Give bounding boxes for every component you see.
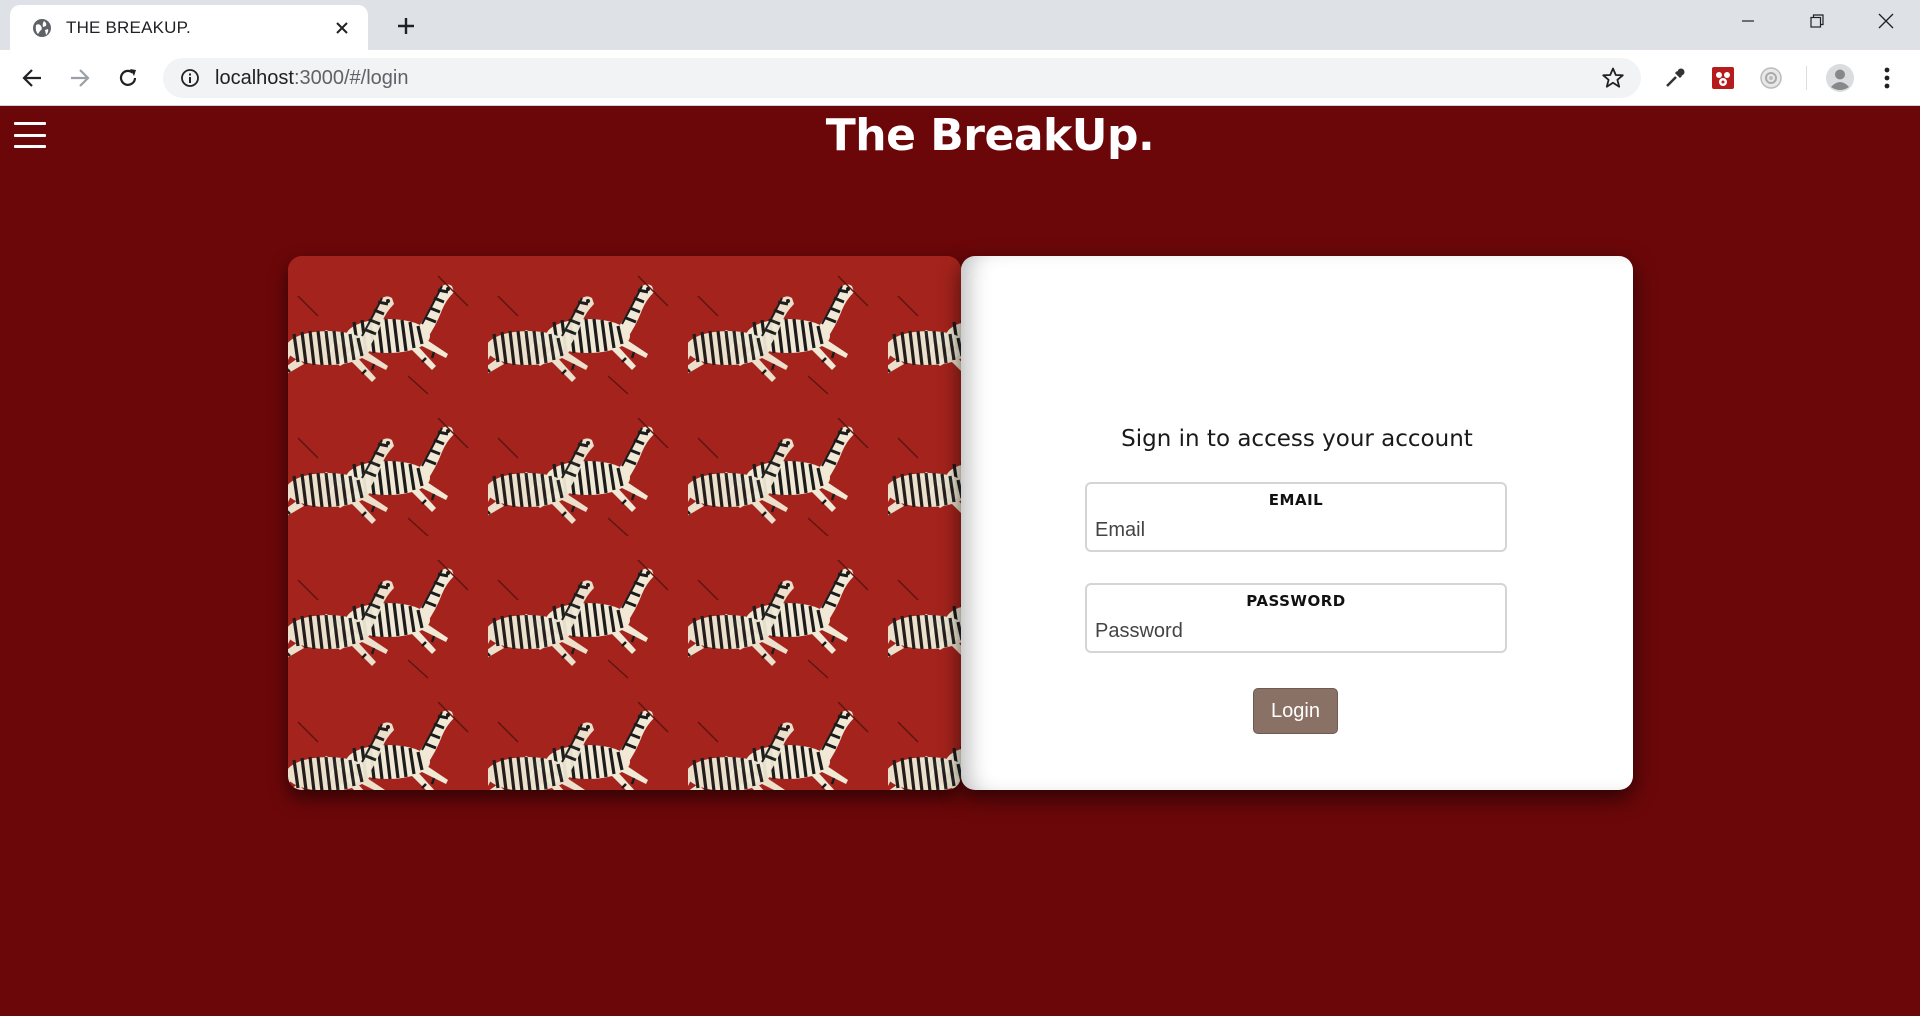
password-label: PASSWORD — [1246, 592, 1346, 610]
kebab-menu-icon[interactable] — [1874, 65, 1900, 91]
url-host: localhost — [215, 66, 294, 89]
browser-toolbar: localhost:3000/#/login — [0, 50, 1920, 106]
close-icon[interactable] — [330, 16, 354, 40]
profile-icon[interactable] — [1825, 63, 1855, 93]
login-button[interactable]: Login — [1253, 688, 1338, 734]
camera-extension-icon[interactable] — [1758, 65, 1784, 91]
email-field[interactable]: EMAIL — [1085, 482, 1507, 552]
browser-tab[interactable]: THE BREAKUP. — [10, 5, 368, 50]
star-icon[interactable] — [1601, 66, 1625, 90]
zebra-pattern-image — [288, 256, 961, 790]
tab-title: THE BREAKUP. — [66, 17, 191, 37]
address-bar[interactable]: localhost:3000/#/login — [163, 58, 1641, 98]
login-card: Sign in to access your account EMAIL PAS… — [961, 256, 1633, 790]
extension-icon[interactable] — [1710, 65, 1736, 91]
back-arrow-icon[interactable] — [18, 64, 46, 92]
info-icon[interactable] — [179, 67, 201, 89]
email-input[interactable] — [1095, 515, 1495, 545]
zebra-pattern — [288, 256, 961, 790]
restore-icon[interactable] — [1782, 0, 1851, 42]
minimize-icon[interactable] — [1713, 0, 1782, 42]
forward-arrow-icon[interactable] — [66, 64, 94, 92]
url-text: localhost:3000/#/login — [215, 67, 408, 90]
url-path: :3000/#/login — [293, 66, 409, 89]
password-field[interactable]: PASSWORD — [1085, 583, 1507, 653]
tab-strip: THE BREAKUP. — [0, 0, 1920, 50]
plus-icon[interactable] — [392, 12, 420, 40]
window-controls — [1713, 0, 1920, 42]
eyedropper-icon[interactable] — [1662, 65, 1688, 91]
toolbar-separator — [1806, 66, 1807, 90]
reload-icon[interactable] — [114, 64, 142, 92]
window-close-icon[interactable] — [1851, 0, 1920, 42]
signin-heading: Sign in to access your account — [1121, 426, 1473, 452]
site-title: The BreakUp. — [825, 110, 1155, 161]
globe-icon — [32, 18, 52, 38]
page: The BreakUp. Sign in to access your acco… — [0, 106, 1920, 1016]
password-input[interactable] — [1095, 616, 1495, 646]
email-label: EMAIL — [1268, 491, 1324, 509]
